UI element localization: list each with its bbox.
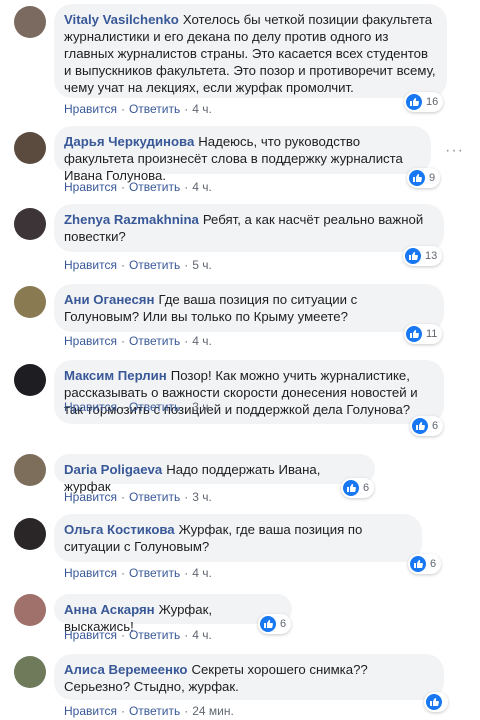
comment-bubble: Vitaly Vasilchenko Хотелось бы четкой поз… [54,4,447,98]
reactions-badge[interactable]: 13 [403,246,443,266]
like-button[interactable]: Нравится [64,704,117,718]
thumbs-up-icon [406,94,422,110]
avatar[interactable] [14,656,46,688]
reactions-badge[interactable] [424,692,448,712]
timestamp[interactable]: 5 ч. [192,258,212,272]
reactions-badge[interactable]: 6 [341,478,375,498]
reply-button[interactable]: Ответить [129,334,180,348]
timestamp[interactable]: 4 ч. [192,628,212,642]
timestamp[interactable]: 4 ч. [192,334,212,348]
like-button[interactable]: Нравится [64,490,117,504]
comment-bubble: Алиса Веремеенко Секреты хорошего снимка?… [54,654,444,700]
reactions-count: 11 [426,328,438,340]
avatar[interactable] [14,518,46,550]
reactions-count: 16 [426,96,439,108]
reactions-count: 13 [425,250,438,262]
ellipsis-icon[interactable]: ··· [445,142,464,160]
reactions-count: 6 [430,558,437,570]
reply-button[interactable]: Ответить [129,400,180,414]
comment-author[interactable]: Дарья Черкудинова [64,134,194,149]
comment-actions: Нравится · Ответить · 4 ч. [64,566,212,580]
thumbs-up-icon [343,480,359,496]
reactions-badge[interactable]: 6 [408,554,442,574]
reactions-badge[interactable]: 16 [404,92,444,112]
comment-actions: Нравится · Ответить · 4 ч. [64,180,212,194]
comment-actions: Нравится · Ответить · 3 ч. [64,490,212,504]
thumbs-up-icon [412,418,428,434]
comment-author[interactable]: Максим Перлин [64,368,167,383]
avatar[interactable] [14,132,46,164]
comment-bubble: Дарья Черкудинова Надеюсь, что руководств… [54,126,431,183]
like-button[interactable]: Нравится [64,180,117,194]
timestamp[interactable]: 4 ч. [192,180,212,194]
avatar[interactable] [14,6,46,38]
reactions-count: 6 [280,618,287,630]
comment-author[interactable]: Vitaly Vasilchenko [64,12,179,27]
timestamp[interactable]: 3 ч. [192,490,212,504]
reply-button[interactable]: Ответить [129,566,180,580]
reactions-badge[interactable]: 9 [407,168,441,188]
comment-author[interactable]: Анна Аскарян [64,602,155,617]
thumbs-up-icon [410,556,426,572]
reactions-count: 9 [429,172,436,184]
comment-bubble: Анна Аскарян Журфак, выскажись! [54,594,292,634]
like-button[interactable]: Нравится [64,628,117,642]
reply-button[interactable]: Ответить [129,258,180,272]
thumbs-up-icon [426,694,442,710]
reply-button[interactable]: Ответить [129,180,180,194]
comment-actions: Нравится · Ответить · 24 мин. [64,704,234,718]
comment-actions: Нравится · Ответить · 4 ч. [64,102,212,116]
thumbs-up-icon [406,326,422,342]
like-button[interactable]: Нравится [64,566,117,580]
like-button[interactable]: Нравится [64,334,117,348]
reactions-badge[interactable]: 11 [404,324,443,344]
avatar[interactable] [14,208,46,240]
reactions-count: 6 [432,420,439,432]
comment-actions: Нравится · Ответить · 5 ч. [64,258,212,272]
reply-button[interactable]: Ответить [129,628,180,642]
comment-actions: Нравится · Ответить · 4 ч. [64,334,212,348]
thumbs-up-icon [260,616,276,632]
timestamp[interactable]: 24 мин. [192,704,234,718]
comment-author[interactable]: Алиса Веремеенко [64,662,187,677]
comment-bubble: Ольга Костикова Журфак, где ваша позиция … [54,514,422,562]
timestamp[interactable]: 4 ч. [192,102,212,116]
comment-bubble: Максим Перлин Позор! Как можно учить журн… [54,360,444,424]
comment-author[interactable]: Zhenya Razmakhnina [64,212,199,227]
comment-actions: Нравится · Ответить · 4 ч. [64,628,212,642]
reply-button[interactable]: Ответить [129,704,180,718]
thumbs-up-icon [405,248,421,264]
comment-bubble: Daria Poligaeva Надо поддержать Ивана, жу… [54,454,375,494]
comment-author[interactable]: Ольга Костикова [64,522,175,537]
comment-bubble: Zhenya Razmakhnina Ребят, а как насчёт ре… [54,204,444,252]
reply-button[interactable]: Ответить [129,490,180,504]
reactions-badge[interactable]: 6 [410,416,444,436]
comment-bubble: Ани Оганесян Где ваша позиция по ситуации… [54,284,444,332]
reply-button[interactable]: Ответить [129,102,180,116]
timestamp[interactable]: 4 ч. [192,566,212,580]
comment-author[interactable]: Daria Poligaeva [64,462,162,477]
avatar[interactable] [14,594,46,626]
timestamp[interactable]: 3 ч. [192,400,212,414]
comment-author[interactable]: Ани Оганесян [64,292,154,307]
like-button[interactable]: Нравится [64,400,117,414]
like-button[interactable]: Нравится [64,102,117,116]
comment-actions: Нравится · Ответить · 3 ч. [64,400,212,414]
avatar[interactable] [14,286,46,318]
reactions-badge[interactable]: 6 [258,614,292,634]
avatar[interactable] [14,364,46,396]
reactions-count: 6 [363,482,370,494]
like-button[interactable]: Нравится [64,258,117,272]
avatar[interactable] [14,454,46,486]
thumbs-up-icon [409,170,425,186]
